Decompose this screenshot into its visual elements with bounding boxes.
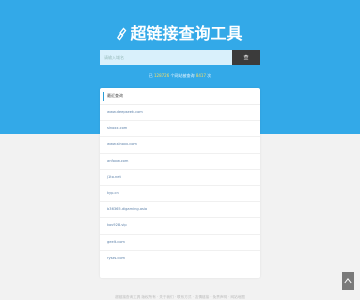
recent-link[interactable]: www.deepseek.com (107, 110, 260, 115)
stats-middle: 个网站被查询 (170, 73, 195, 78)
recent-link[interactable]: kov928.vip (107, 223, 260, 228)
list-item: kyp.cn (100, 186, 260, 203)
list-item: kov928.vip (100, 218, 260, 235)
panel-title: 最近查询 (107, 93, 123, 98)
list-item: anfoxw.com (100, 154, 260, 170)
list-item: sinoxx.com (100, 121, 260, 138)
list-item: www.deepseek.com (100, 105, 260, 122)
search-button[interactable]: 查 (232, 50, 260, 65)
arrow-up-icon (344, 277, 352, 284)
recent-link[interactable]: b36365.digaming.asia (107, 207, 260, 212)
recent-list: www.deepseek.com sinoxx.com www.sinoxx.c… (100, 105, 260, 267)
list-item: geelt.com (100, 235, 260, 251)
list-item: b36365.digaming.asia (100, 202, 260, 219)
recent-link[interactable]: geelt.com (107, 240, 260, 245)
stats-query-count: 8417 (195, 73, 207, 78)
panel-header: 最近查询 (100, 88, 260, 105)
site-title[interactable]: 超链接查询工具 (0, 20, 360, 44)
recent-link[interactable]: sinoxx.com (107, 126, 260, 131)
recent-link[interactable]: kyp.cn (107, 191, 260, 196)
list-item: www.sinoxx.com (100, 137, 260, 154)
link-icon (117, 26, 127, 41)
recent-link[interactable]: www.sinoxx.com (107, 142, 260, 147)
list-item: j1to.net (100, 170, 260, 186)
recent-queries-panel: 最近查询 www.deepseek.com sinoxx.com www.sin… (100, 88, 260, 278)
site-title-text: 超链接查询工具 (130, 24, 243, 43)
footer-text: 超链接查询工具 版权所有 · 关于我们 · 联系方式 · 友情链接 · 免责声明… (115, 295, 245, 299)
stats-suffix: 次 (207, 73, 212, 78)
search-bar: 查 (100, 50, 260, 65)
list-item: ryszs.com (100, 251, 260, 267)
recent-link[interactable]: j1to.net (107, 175, 260, 180)
back-to-top-button[interactable] (342, 272, 354, 290)
stats-prefix: 已 (148, 73, 153, 78)
stats-site-count: 128726 (153, 73, 170, 78)
panel-accent-bar (103, 91, 104, 101)
domain-search-input[interactable] (100, 50, 232, 65)
recent-link[interactable]: anfoxw.com (107, 159, 260, 164)
recent-link-secondary[interactable]: ryszs.com (107, 256, 260, 261)
query-stats: 已 128726 个网站被查询 8417 次 (0, 73, 360, 79)
